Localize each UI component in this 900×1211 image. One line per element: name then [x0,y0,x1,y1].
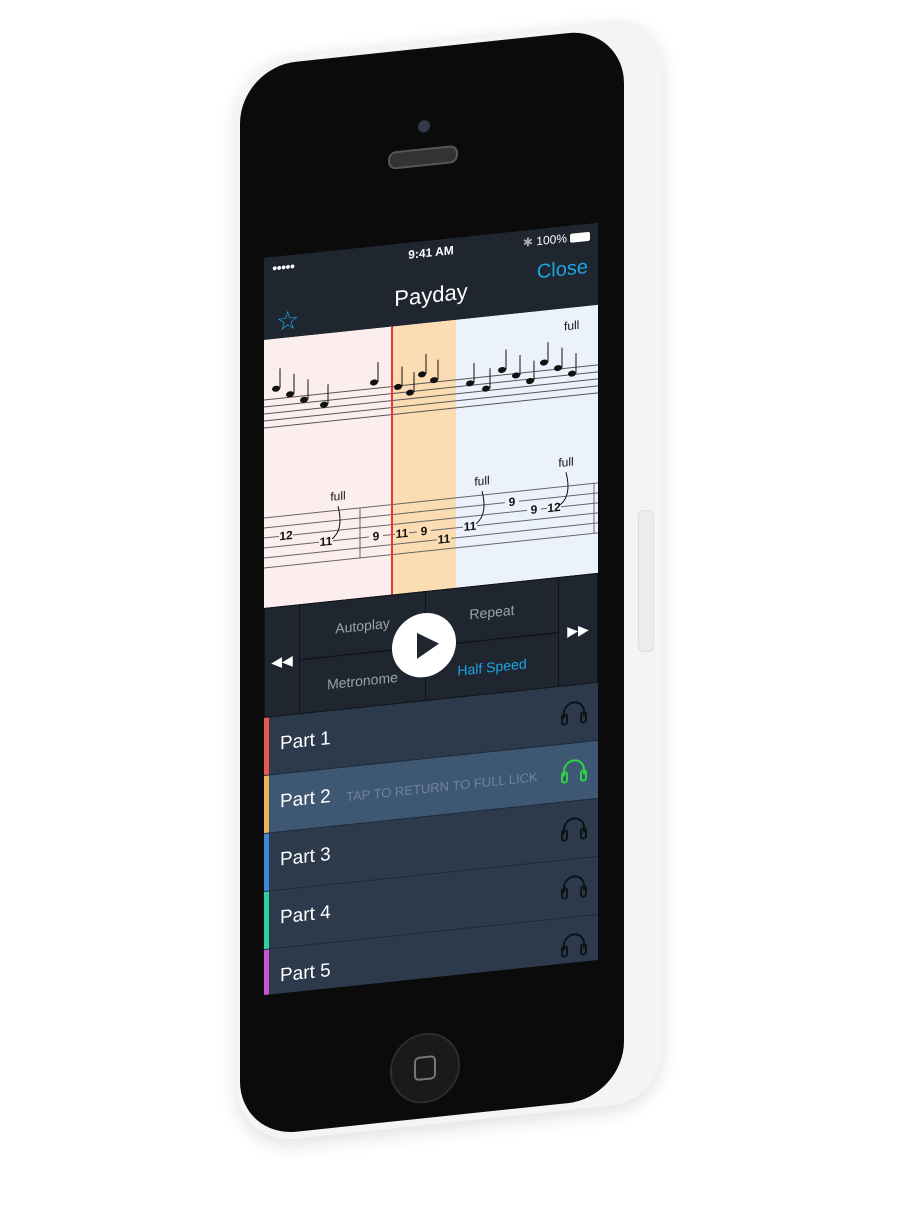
bend-label: full [564,318,579,334]
notation-svg: 12 11full9 11 91111full99 12fullfull [264,304,598,608]
bluetooth-icon: ✱ [522,234,537,250]
bend-label: full [330,488,345,504]
speaker-grille [388,144,458,171]
battery-percent: 100% [536,231,567,249]
fret-number: 11 [396,526,409,541]
part-color-bar [264,949,269,995]
fret-number: 11 [320,534,333,549]
rewind-button[interactable]: ◀◀ [264,604,300,718]
headphones-icon[interactable] [560,756,588,785]
part-name: Part 5 [280,959,331,987]
fret-number: 9 [373,529,380,544]
parts-list: Part 1 Part 2 TAP TO RETURN TO FULL LICK… [264,682,598,995]
headphones-icon[interactable] [560,814,588,843]
fret-number: 12 [547,500,561,515]
side-button[interactable] [638,510,654,652]
part-name: Part 3 [280,843,331,871]
tab-notation[interactable]: 12 11 full 9 11 9 11 11 full 9 9 12 full full [264,304,598,608]
headphones-icon[interactable] [560,698,588,727]
part-color-bar [264,891,269,949]
home-square-icon [414,1054,436,1082]
part-color-bar [264,717,269,775]
bend-label: full [558,454,573,470]
part-color-bar [264,775,269,833]
fast-forward-button[interactable]: ▶▶ [558,572,598,688]
fret-number: 9 [531,502,538,517]
part-hint: TAP TO RETURN TO FULL LICK [346,769,538,805]
part-name: Part 4 [280,901,331,929]
part-color-bar [264,833,269,891]
fret-number: 11 [464,519,477,534]
battery-icon [570,231,590,243]
battery-status: ✱ 100% [523,229,590,250]
headphones-icon[interactable] [560,930,588,959]
part-name: Part 1 [280,727,331,755]
fret-number: 11 [438,531,451,546]
home-button[interactable] [390,1029,460,1107]
fret-number: 9 [421,524,428,539]
fret-number: 12 [279,528,293,543]
bend-label: full [474,473,489,489]
headphones-icon[interactable] [560,872,588,901]
camera-icon [418,119,430,133]
screen: ●●●●● 9:41 AM ✱ 100% ☆ Payday Close 12 11… [264,222,598,995]
fret-number: 9 [509,495,516,510]
part-name: Part 2 [280,785,331,813]
